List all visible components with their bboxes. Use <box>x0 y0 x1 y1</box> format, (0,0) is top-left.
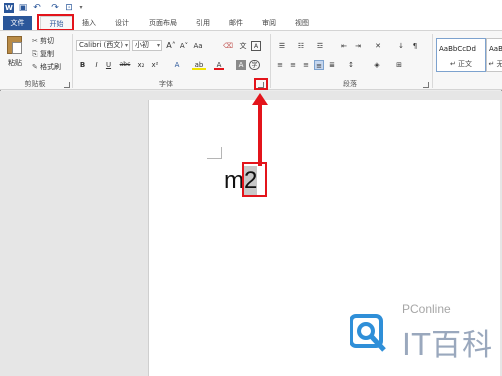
bold-button[interactable]: B <box>78 60 87 70</box>
clear-format-icon[interactable]: ⌫ <box>222 41 234 51</box>
watermark: PConline IT百科 <box>350 300 500 372</box>
align-left-icon[interactable]: ≡ <box>275 60 285 70</box>
tab-review[interactable]: 审阅 <box>259 16 279 30</box>
font-launcher-highlight <box>254 78 268 90</box>
distributed-icon[interactable]: ≣ <box>327 60 337 70</box>
copy-button[interactable]: ⎘ 复制 <box>32 49 54 59</box>
highlight-color-icon[interactable]: ab <box>192 60 206 70</box>
font-name-box[interactable]: Calibri (西文) ▾ <box>76 40 130 51</box>
clipboard-group-label: 剪贴板 <box>24 80 46 88</box>
cut-label: 剪切 <box>40 37 54 45</box>
tab-page-layout[interactable]: 页面布局 <box>145 16 181 30</box>
tab-design[interactable]: 设计 <box>112 16 132 30</box>
format-painter-label: 格式刷 <box>40 63 61 71</box>
pconline-logo-icon <box>350 314 386 352</box>
paste-label: 粘贴 <box>8 59 22 67</box>
style-no-spacing[interactable]: AaBbCcDd ↵ 无 <box>486 38 502 72</box>
strikethrough-button[interactable]: abc <box>118 60 132 70</box>
tab-view[interactable]: 视图 <box>292 16 312 30</box>
enclose-char-icon[interactable]: 字 <box>249 60 260 70</box>
text-normal: m <box>224 167 244 194</box>
underline-button[interactable]: U <box>104 60 113 70</box>
copy-icon: ⎘ <box>32 50 38 58</box>
chevron-down-icon: ▾ <box>156 42 160 49</box>
tab-insert[interactable]: 插入 <box>79 16 99 30</box>
font-size-value: 小初 <box>135 41 149 49</box>
paragraph-group-label: 段落 <box>343 80 357 88</box>
redo-icon[interactable]: ↷ <box>50 3 60 13</box>
scissors-icon: ✂ <box>32 37 38 45</box>
show-marks-icon[interactable]: ¶ <box>410 41 420 51</box>
superscript-button[interactable]: x² <box>150 60 160 70</box>
annotation-arrow <box>258 103 262 166</box>
home-tab-highlight <box>37 14 74 31</box>
chinese-layout-icon[interactable]: ✕ <box>370 41 386 51</box>
subscript-button[interactable]: x₂ <box>136 60 146 70</box>
tab-file[interactable]: 文件 <box>3 16 32 30</box>
sort-icon[interactable]: ↓ <box>396 41 406 51</box>
paste-sheet-icon <box>12 42 22 54</box>
grow-font-icon[interactable]: A˄ <box>166 41 176 51</box>
char-shading-icon[interactable]: A <box>236 60 246 70</box>
font-size-box[interactable]: 小初 ▾ <box>132 40 162 51</box>
group-separator <box>270 34 271 88</box>
tab-mailings[interactable]: 邮件 <box>226 16 246 30</box>
bullets-icon[interactable]: ☰ <box>275 41 289 51</box>
tab-references[interactable]: 引用 <box>193 16 213 30</box>
margin-corner-mark <box>207 158 221 159</box>
style-normal[interactable]: AaBbCcDd ↵ 正文 <box>436 38 486 72</box>
increase-indent-icon[interactable]: ⇥ <box>352 41 364 51</box>
clipboard-launcher-icon[interactable] <box>64 82 70 88</box>
ribbon-tabs: 文件 开始 插入 设计 页面布局 引用 邮件 审阅 视图 <box>0 16 502 30</box>
align-center-icon[interactable]: ≡ <box>288 60 298 70</box>
customize-qat-icon[interactable]: ▾ <box>76 3 86 13</box>
paragraph-launcher-icon[interactable] <box>423 82 429 88</box>
line-spacing-icon[interactable]: ↕ <box>344 60 358 70</box>
style-preview: AaBbCcDd <box>489 45 502 53</box>
undo-icon[interactable]: ↶ <box>32 3 42 13</box>
brush-icon: ✎ <box>32 63 38 71</box>
text-effects-icon[interactable]: A <box>172 60 182 70</box>
save-icon[interactable]: ▣ <box>18 3 28 13</box>
char-border-icon[interactable]: A <box>251 41 261 51</box>
phonetic-guide-icon[interactable]: 文 <box>238 41 248 51</box>
group-separator <box>72 34 73 88</box>
font-name-value: Calibri (西文) <box>79 41 124 49</box>
shrink-font-icon[interactable]: A˅ <box>179 41 189 51</box>
style-name: ↵ 正文 <box>449 60 473 68</box>
watermark-brand: PConline <box>402 302 451 316</box>
justify-icon[interactable]: ≡ <box>314 60 324 70</box>
paste-button[interactable]: 粘贴 <box>3 34 27 76</box>
multilevel-list-icon[interactable]: ☲ <box>313 41 327 51</box>
change-case-icon[interactable]: Aa <box>193 41 203 51</box>
group-separator <box>432 34 433 88</box>
quick-access-toolbar: W ▣ ↶ ↷ ⊡ ▾ <box>0 0 502 16</box>
style-name: ↵ 无 <box>488 60 502 68</box>
font-group-label: 字体 <box>159 80 173 88</box>
italic-button[interactable]: I <box>92 60 101 70</box>
copy-label: 复制 <box>40 50 54 58</box>
format-painter-button[interactable]: ✎ 格式刷 <box>32 62 61 72</box>
chevron-down-icon: ▾ <box>124 42 128 49</box>
shading-icon[interactable]: ◈ <box>370 60 384 70</box>
cut-button[interactable]: ✂ 剪切 <box>32 36 54 46</box>
style-preview: AaBbCcDd <box>439 45 476 53</box>
decrease-indent-icon[interactable]: ⇤ <box>338 41 350 51</box>
numbering-icon[interactable]: ☷ <box>294 41 308 51</box>
margin-corner-mark <box>221 147 222 159</box>
align-right-icon[interactable]: ≡ <box>301 60 311 70</box>
font-color-icon[interactable]: A <box>214 60 224 70</box>
borders-icon[interactable]: ⊞ <box>392 60 406 70</box>
touch-mode-icon[interactable]: ⊡ <box>64 3 74 13</box>
watermark-mark: IT百科 <box>402 328 494 363</box>
selection-highlight <box>242 162 267 197</box>
word-logo-icon: W <box>4 3 14 13</box>
